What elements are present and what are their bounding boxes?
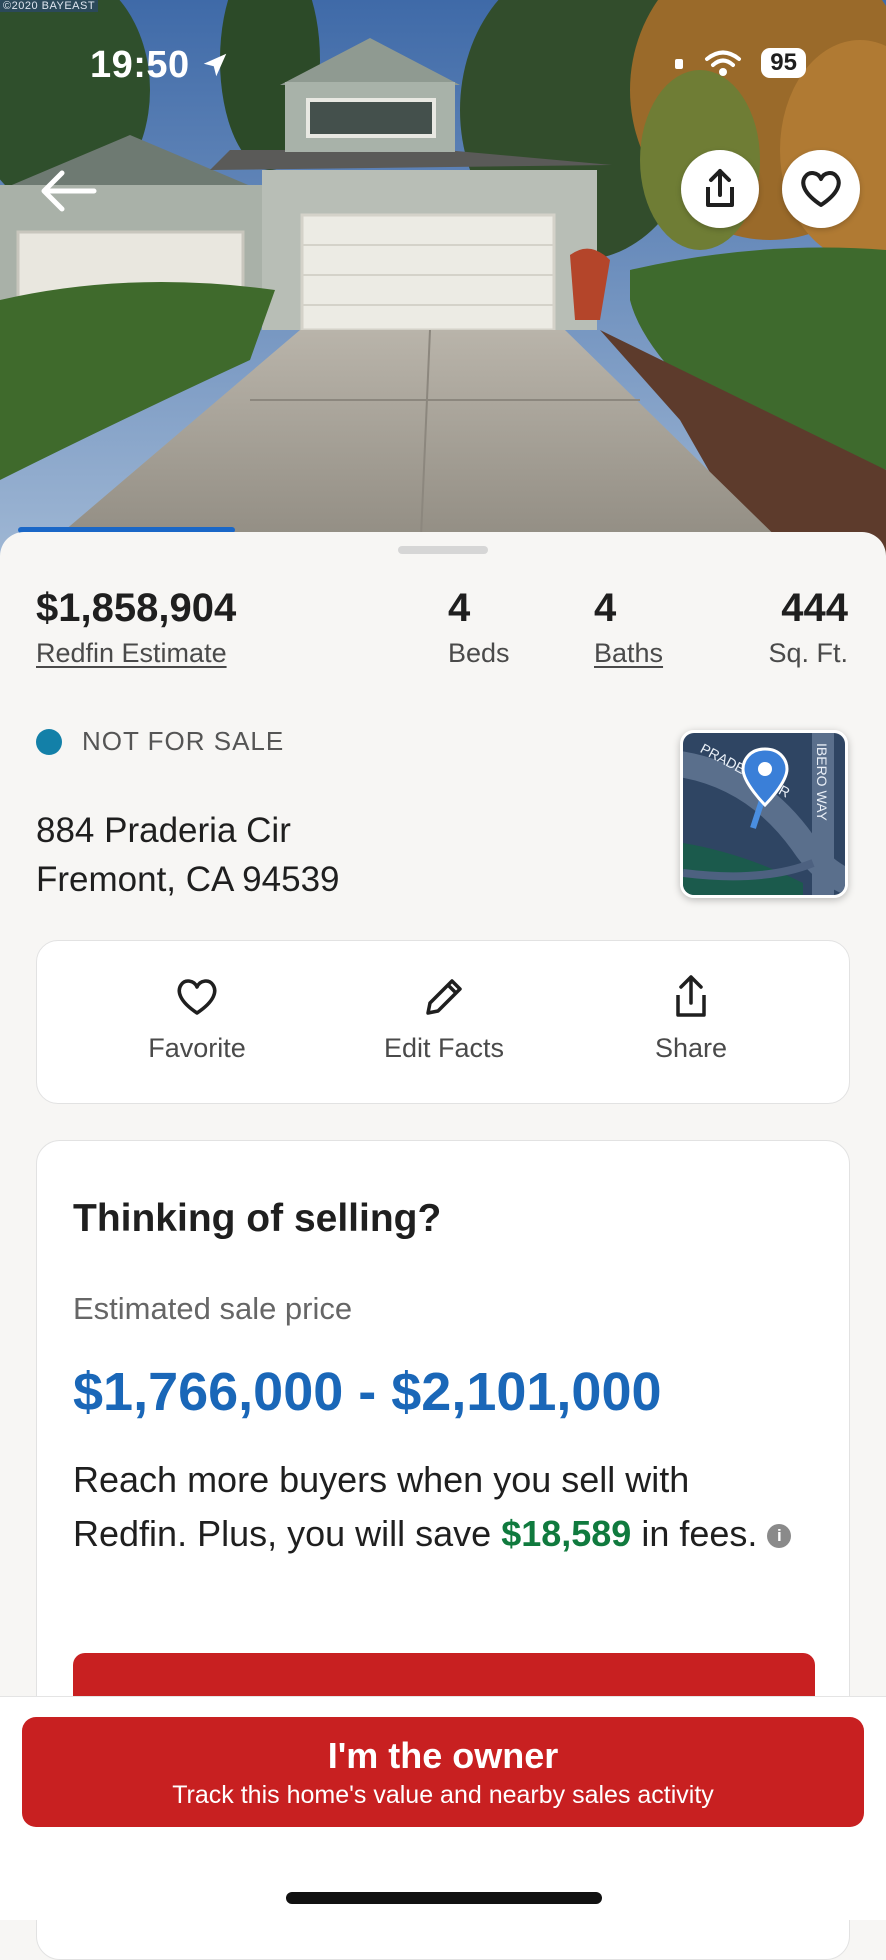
share-icon <box>706 169 734 207</box>
baths-value: 4 <box>594 586 617 630</box>
pencil-icon <box>426 979 462 1015</box>
address: 884 Praderia Cir Fremont, CA 94539 <box>36 806 340 904</box>
estimate-price: $1,858,904 <box>36 586 237 630</box>
arrow-left-icon[interactable] <box>36 166 100 216</box>
status-indicators: 95 <box>673 48 806 78</box>
address-line1: 884 Praderia Cir <box>36 811 291 850</box>
estimated-price-range: $1,766,000 - $2,101,000 <box>73 1362 662 1422</box>
status-text: NOT FOR SALE <box>82 726 285 756</box>
sheet-handle[interactable] <box>398 546 488 554</box>
signal-icon <box>675 59 684 69</box>
battery-level: 95 <box>761 48 806 78</box>
listing-status: NOT FOR SALE <box>36 726 284 757</box>
baths-link[interactable]: Baths <box>594 638 663 669</box>
redfin-estimate-link[interactable]: Redfin Estimate <box>36 638 227 669</box>
favorite-label: Favorite <box>148 1033 246 1063</box>
hero-share-button[interactable] <box>681 150 759 228</box>
edit-facts-label: Edit Facts <box>383 1033 505 1063</box>
home-stats: $1,858,904 Redfin Estimate 4 Beds 4 Bath… <box>0 586 886 676</box>
location-arrow-icon <box>203 53 227 77</box>
hero-favorite-button[interactable] <box>782 150 860 228</box>
favorite-action[interactable]: Favorite <box>97 973 297 1064</box>
share-action[interactable]: Share <box>591 973 791 1064</box>
im-the-owner-button[interactable]: I'm the owner Track this home's value an… <box>22 1717 864 1827</box>
heart-icon <box>177 979 217 1015</box>
selling-description: Reach more buyers when you sell with Red… <box>73 1453 813 1561</box>
share-label: Share <box>654 1033 728 1063</box>
status-dot <box>36 728 62 755</box>
photo-watermark: ©2020 BAYEAST <box>0 0 99 12</box>
bottom-action-bar: I'm the owner Track this home's value an… <box>0 1696 886 1920</box>
selling-subtitle: Estimated sale price <box>73 1291 353 1326</box>
savings-amount: $18,589 <box>501 1513 632 1554</box>
mini-map[interactable]: PRADERIA CIR IBERO WAY <box>680 730 848 898</box>
actions-card: Favorite Edit Facts Share <box>36 940 850 1104</box>
sqft-value: 444 <box>781 586 848 630</box>
home-indicator[interactable] <box>286 1892 602 1904</box>
info-icon[interactable]: i <box>767 1524 792 1549</box>
hero-photo[interactable]: ©2020 BAYEAST 19:50 95 <box>0 0 886 560</box>
sqft-label: Sq. Ft. <box>768 638 848 668</box>
selling-body-part2: in fees. <box>631 1513 758 1554</box>
selling-title: Thinking of selling? <box>73 1197 442 1240</box>
map-street-label-2: IBERO WAY <box>814 743 830 821</box>
heart-icon <box>801 171 841 207</box>
share-icon <box>676 975 706 1017</box>
edit-facts-action[interactable]: Edit Facts <box>344 973 544 1064</box>
address-line2: Fremont, CA 94539 <box>36 860 340 899</box>
owner-button-title: I'm the owner <box>327 1735 559 1776</box>
wifi-icon <box>705 50 742 76</box>
status-time: 19:50 <box>90 44 190 86</box>
map-graphic: PRADERIA CIR IBERO WAY <box>683 733 845 895</box>
owner-button-subtitle: Track this home's value and nearby sales… <box>172 1781 714 1809</box>
beds-label: Beds <box>448 638 510 668</box>
beds-value: 4 <box>448 586 471 630</box>
